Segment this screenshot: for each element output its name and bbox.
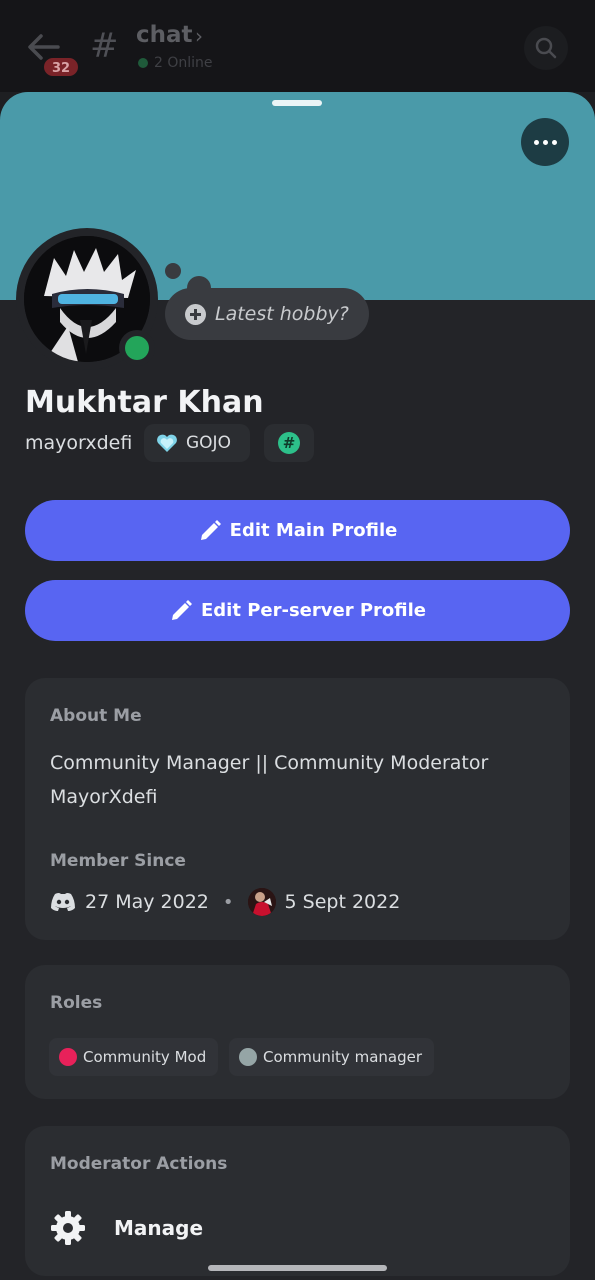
role-color-dot: [59, 1048, 77, 1066]
badge-chip[interactable]: #: [264, 424, 314, 462]
profile-sheet: Latest hobby? Mukhtar Khan mayorxdefi GO…: [0, 92, 595, 1280]
about-text: Community Manager || Community Moderator…: [50, 746, 550, 814]
pencil-icon: [171, 599, 192, 620]
role-label: Community Mod: [83, 1048, 207, 1066]
more-options-button[interactable]: [521, 118, 569, 166]
channel-header: 32 # chat › 2 Online: [0, 0, 595, 92]
channel-name[interactable]: chat: [136, 22, 193, 48]
server-join-date: 5 Sept 2022: [284, 891, 401, 913]
home-indicator[interactable]: [208, 1265, 387, 1271]
hobby-prompt-text: Latest hobby?: [215, 303, 349, 325]
display-name: Mukhtar Khan: [25, 385, 264, 420]
about-card: About Me Community Manager || Community …: [25, 678, 570, 940]
edit-main-profile-button[interactable]: Edit Main Profile: [25, 500, 570, 561]
date-separator: •: [222, 891, 234, 913]
more-icon-dot: [552, 140, 557, 145]
heart-icon: [157, 434, 177, 452]
edit-main-profile-label: Edit Main Profile: [229, 520, 398, 541]
pencil-icon: [200, 519, 221, 540]
discord-icon: [51, 893, 75, 911]
avatar-frame[interactable]: [16, 228, 158, 370]
edit-per-server-profile-label: Edit Per-server Profile: [200, 600, 426, 621]
clan-tag-label: GOJO: [186, 433, 231, 453]
clan-tag-chip[interactable]: GOJO: [144, 424, 250, 462]
username[interactable]: mayorxdefi: [25, 432, 132, 454]
online-text: 2 Online: [154, 55, 213, 71]
role-label: Community manager: [263, 1048, 423, 1066]
drag-handle[interactable]: [272, 100, 322, 106]
roles-title: Roles: [50, 993, 103, 1013]
role-chip-community-mod[interactable]: Community Mod: [49, 1038, 219, 1076]
role-color-dot: [239, 1048, 257, 1066]
moderator-actions-card: Moderator Actions Manage: [25, 1126, 570, 1276]
discord-join-date: 27 May 2022: [85, 891, 209, 913]
online-dot-icon: [138, 58, 148, 68]
server-icon: [247, 888, 276, 916]
plus-icon: [185, 304, 206, 325]
chevron-right-icon[interactable]: ›: [195, 24, 203, 48]
manage-button[interactable]: Manage: [50, 1210, 203, 1246]
member-since-row: 27 May 2022 • 5 Sept 2022: [50, 886, 400, 918]
search-icon: [535, 37, 557, 59]
member-since-title: Member Since: [50, 851, 186, 871]
hashtag-badge-icon: #: [278, 432, 300, 454]
unread-badge: 32: [42, 56, 80, 78]
about-line-2: MayorXdefi: [50, 786, 158, 808]
roles-card: Roles Community Mod Community manager: [25, 965, 570, 1099]
moderator-actions-title: Moderator Actions: [50, 1154, 228, 1174]
hobby-prompt-button[interactable]: Latest hobby?: [165, 288, 369, 340]
manage-label: Manage: [114, 1216, 204, 1240]
about-line-1: Community Manager || Community Moderator: [50, 752, 489, 774]
gear-icon: [51, 1211, 85, 1245]
about-title: About Me: [50, 706, 142, 726]
edit-per-server-profile-button[interactable]: Edit Per-server Profile: [25, 580, 570, 641]
role-chip-community-manager[interactable]: Community manager: [229, 1038, 435, 1076]
status-indicator: [119, 330, 155, 366]
online-status-icon: [125, 336, 149, 360]
more-icon-dot: [543, 140, 548, 145]
more-icon: [534, 140, 539, 145]
online-count: 2 Online: [138, 55, 213, 71]
hashtag-icon: #: [90, 26, 119, 66]
thought-bubble-small: [165, 263, 181, 279]
search-button[interactable]: [524, 26, 568, 70]
